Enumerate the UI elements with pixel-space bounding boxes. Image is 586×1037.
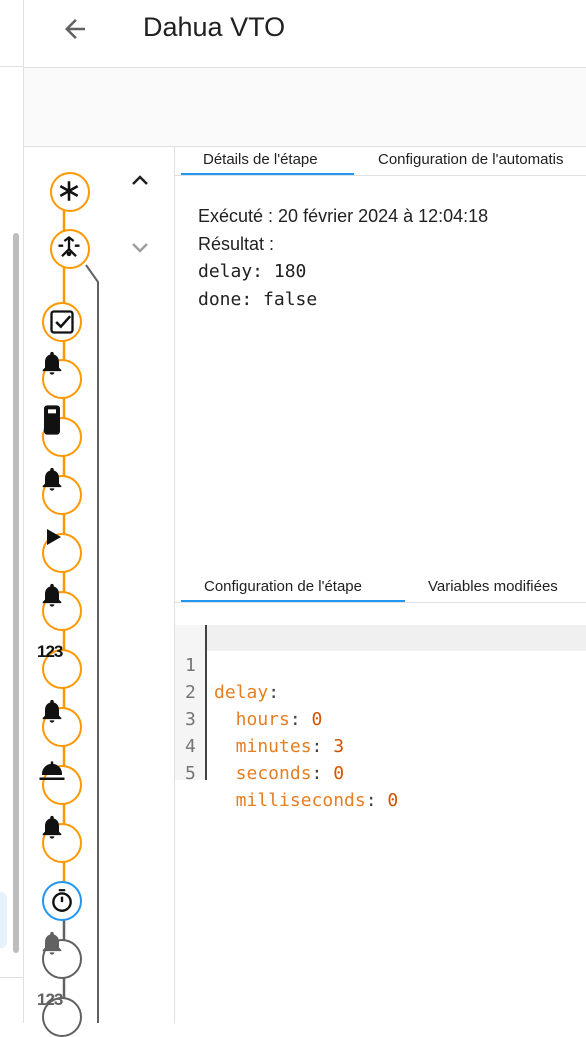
yaml-value: 0: [333, 763, 345, 784]
left-rail: [0, 0, 24, 1023]
active-line-highlight: [207, 625, 586, 651]
chevron-up-icon[interactable]: [128, 170, 152, 190]
details-tabs: Détails de l'étape Configuration de l'au…: [175, 147, 586, 176]
bell-icon: [42, 699, 62, 723]
trace-details-panel: Détails de l'étape Configuration de l'au…: [175, 147, 586, 1023]
yaml-value: 0: [311, 709, 323, 730]
timer-icon: [52, 889, 72, 912]
asterisk-icon: [59, 181, 79, 201]
rail-divider: [0, 977, 23, 978]
yaml-sep: :: [311, 736, 334, 757]
bell-icon: [42, 931, 62, 955]
trace-node-delay-selected[interactable]: [42, 881, 82, 921]
line-number: 5: [185, 763, 196, 784]
active-tab-indicator: [181, 173, 354, 175]
rail-scrollbar[interactable]: [13, 233, 19, 953]
yaml-sep: :: [289, 709, 312, 730]
code-line: 1 delay:: [175, 625, 279, 703]
step-result: Exécuté : 20 février 2024 à 12:04:18 Rés…: [198, 202, 488, 314]
code-line: 2 hours: 0: [175, 652, 322, 730]
trace-node-condition[interactable]: [42, 302, 82, 342]
numeric-icon: 123: [37, 642, 63, 661]
code-line: 5 milliseconds: 0: [175, 733, 398, 811]
chevron-down-icon[interactable]: [128, 238, 152, 258]
toolbar: [24, 68, 586, 147]
numeric-icon: 123: [37, 990, 63, 1009]
bell-icon: [42, 815, 62, 839]
trace-node-choose[interactable]: [50, 229, 90, 269]
checkbox-icon: [50, 310, 74, 334]
tab-automation-config[interactable]: Configuration de l'automatis: [378, 151, 563, 168]
yaml-sep: :: [311, 763, 334, 784]
yaml-sep: :: [268, 682, 280, 703]
tab-step-config[interactable]: Configuration de l'étape: [204, 578, 362, 595]
tab-changed-variables[interactable]: Variables modifiées: [428, 578, 558, 595]
yaml-sep: :: [365, 790, 388, 811]
play-icon: [47, 529, 61, 545]
rail-active-item[interactable]: [0, 892, 7, 948]
bell-icon: [42, 467, 62, 491]
rail-divider: [0, 66, 23, 67]
app-header: Dahua VTO: [24, 0, 586, 68]
back-button[interactable]: [60, 14, 90, 44]
bell-icon: [42, 351, 62, 375]
bell-icon: [42, 583, 62, 607]
result-line: delay: 180: [198, 261, 307, 282]
arrow-left-icon: [65, 19, 85, 39]
trace-node-trigger[interactable]: [50, 172, 90, 212]
code-line: 3 minutes: 3: [175, 679, 344, 757]
tab-step-details[interactable]: Détails de l'étape: [203, 151, 318, 168]
yaml-value: 0: [387, 790, 399, 811]
room-service-icon: [39, 761, 65, 780]
code-line: 4 seconds: 0: [175, 706, 344, 784]
yaml-key: milliseconds: [214, 790, 366, 811]
yaml-value: 3: [333, 736, 345, 757]
page-title: Dahua VTO: [143, 12, 286, 42]
doorbell-icon: [44, 405, 60, 435]
result-line: done: false: [198, 289, 318, 310]
active-tab-indicator: [181, 600, 405, 602]
result-label: Résultat :: [198, 234, 275, 254]
executed-timestamp: Exécuté : 20 février 2024 à 12:04:18: [198, 206, 489, 226]
call-split-icon: [58, 236, 80, 257]
config-tabs: Configuration de l'étape Variables modif…: [175, 574, 586, 603]
yaml-code-editor[interactable]: 1 delay: 2 hours: 0 3 minutes: 3 4 secon…: [175, 625, 586, 811]
